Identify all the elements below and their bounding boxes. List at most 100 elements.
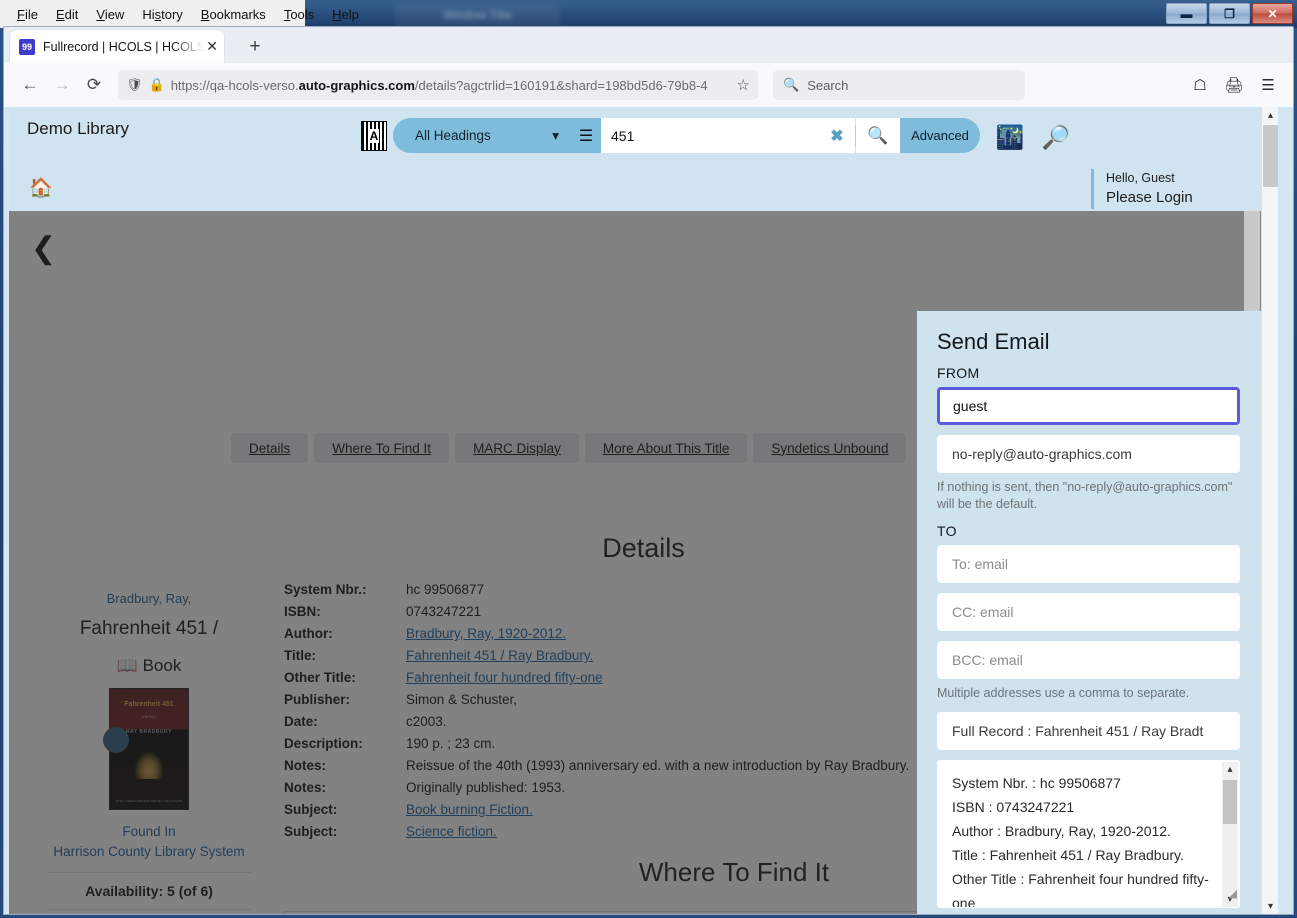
login-link[interactable]: Please Login bbox=[1106, 187, 1193, 209]
database-icon[interactable]: ☰ bbox=[571, 118, 601, 153]
maximize-button[interactable]: ❐ bbox=[1209, 3, 1250, 24]
subject-input[interactable]: Full Record : Fahrenheit 451 / Ray Bradt bbox=[937, 712, 1240, 750]
scroll-up-icon[interactable]: ▴ bbox=[1222, 762, 1238, 778]
record-field-label: Subject: bbox=[284, 802, 338, 817]
record-tab-list: Details Where To Find It MARC Display Mo… bbox=[231, 433, 907, 463]
bcc-email-input[interactable]: BCC: email bbox=[937, 641, 1240, 679]
library-name: Demo Library bbox=[27, 119, 130, 138]
page-content: Demo Library A All Headings ▾ ☰ 451 ✖ 🔍 … bbox=[4, 107, 1279, 914]
scroll-down-icon[interactable]: ▾ bbox=[1262, 898, 1279, 914]
tab-more-about-this-title[interactable]: More About This Title bbox=[584, 433, 748, 463]
browser-tab-title: Fullrecord | HCOLS | HCOLS | Au bbox=[43, 39, 205, 54]
page-scrollbar[interactable]: ▴ ▾ bbox=[1261, 107, 1279, 914]
menu-file[interactable]: File bbox=[8, 4, 47, 25]
record-field-label: Notes: bbox=[284, 780, 327, 795]
back-icon[interactable]: ← bbox=[14, 69, 46, 101]
advanced-search-button[interactable]: Advanced bbox=[900, 118, 980, 153]
close-icon[interactable]: ✕ bbox=[206, 38, 218, 55]
record-field-row: Date: c2003. bbox=[284, 711, 909, 733]
menu-edit[interactable]: Edit bbox=[47, 4, 87, 25]
heading-select[interactable]: All Headings ▾ bbox=[393, 118, 571, 153]
message-body-textarea[interactable]: System Nbr. : hc 99506877 ISBN : 0743247… bbox=[937, 760, 1240, 908]
close-button[interactable]: ✕ bbox=[1252, 3, 1293, 24]
search-submit-icon[interactable]: 🔍 bbox=[856, 118, 900, 153]
search-icon: 🔍 bbox=[783, 77, 800, 92]
record-field-value: hc 99506877 bbox=[406, 582, 485, 597]
barcode-scan-icon[interactable]: A bbox=[361, 120, 387, 151]
cover-title: Fahrenheit 451 bbox=[124, 701, 174, 708]
menu-tools[interactable]: Tools bbox=[275, 4, 323, 25]
record-field-row: Title: Fahrenheit 451 / Ray Bradbury. bbox=[284, 645, 909, 667]
record-field-value[interactable]: Science fiction. bbox=[406, 821, 497, 843]
tab-details[interactable]: Details bbox=[231, 433, 309, 463]
textarea-scrollbar-thumb[interactable] bbox=[1223, 780, 1237, 824]
menu-icon[interactable]: ☰ bbox=[1253, 70, 1283, 100]
tab-marc-display[interactable]: MARC Display bbox=[455, 433, 579, 463]
background-window-title: Window Title bbox=[395, 4, 560, 28]
from-name-input[interactable]: guest bbox=[937, 387, 1240, 425]
firefox-icon: 99 bbox=[19, 38, 35, 55]
reload-icon[interactable]: ⟳ bbox=[78, 69, 110, 101]
to-email-input[interactable]: To: email bbox=[937, 545, 1240, 583]
send-email-panel: Send Email FROM guest no-reply@auto-grap… bbox=[917, 311, 1261, 914]
record-field-list: System Nbr.: hc 99506877 ISBN: 0743247221 Au… bbox=[284, 579, 909, 843]
found-in-value[interactable]: Harrison County Library System bbox=[29, 842, 269, 862]
greeting-text: Hello, Guest bbox=[1106, 171, 1175, 185]
record-field-row: Author: Bradbury, Ray, 1920-2012. bbox=[284, 623, 909, 645]
from-email-input[interactable]: no-reply@auto-graphics.com bbox=[937, 435, 1240, 473]
clear-search-icon[interactable]: ✖ bbox=[819, 118, 855, 153]
record-field-value[interactable]: Fahrenheit 451 / Ray Bradbury. bbox=[406, 645, 593, 667]
message-body-text: System Nbr. : hc 99506877 ISBN : 0743247… bbox=[952, 775, 1209, 908]
sidebar-format: 📖 Book bbox=[116, 656, 182, 675]
found-in-label: Found In bbox=[122, 824, 176, 839]
back-chevron-icon[interactable]: ❮ bbox=[31, 231, 56, 266]
bookmark-star-icon[interactable]: ☆ bbox=[737, 76, 750, 94]
browser-search-placeholder: Search bbox=[807, 77, 849, 93]
url-text: https://qa-hcols-verso.auto-graphics.com… bbox=[170, 77, 708, 93]
record-field-value: Simon & Schuster, bbox=[406, 692, 518, 707]
page-scrollbar-thumb[interactable] bbox=[1263, 125, 1278, 187]
record-field-label: Subject: bbox=[284, 824, 338, 839]
record-field-label: Date: bbox=[284, 714, 318, 729]
shield-icon[interactable]: 🛡 bbox=[126, 77, 143, 93]
search-input[interactable]: 451 bbox=[601, 118, 819, 153]
record-field-value[interactable]: Book burning Fiction. bbox=[406, 799, 533, 821]
lock-icon[interactable]: 🔒 bbox=[149, 77, 165, 93]
new-tab-button[interactable]: + bbox=[242, 35, 268, 59]
record-field-row: Other Title: Fahrenheit four hundred fift… bbox=[284, 667, 909, 689]
forward-icon[interactable]: → bbox=[46, 69, 78, 101]
hot-air-balloon-icon[interactable]: 🌃 bbox=[994, 121, 1026, 153]
home-icon[interactable]: 🏠 bbox=[29, 176, 53, 200]
record-field-label: System Nbr.: bbox=[284, 582, 367, 597]
to-label: TO bbox=[937, 523, 957, 539]
record-field-value[interactable]: Fahrenheit four hundred fifty-one bbox=[406, 667, 603, 689]
tab-syndetics-unbound[interactable]: Syndetics Unbound bbox=[753, 433, 907, 463]
resize-handle-icon[interactable]: ◢ bbox=[1229, 882, 1237, 906]
scroll-up-icon[interactable]: ▴ bbox=[1262, 107, 1279, 124]
navigation-toolbar: ← → ⟳ 🛡 🔒 https://qa-hcols-verso.auto-gr… bbox=[4, 63, 1293, 107]
record-field-row: Description: 190 p. ; 23 cm. bbox=[284, 733, 909, 755]
menu-help[interactable]: Help bbox=[323, 4, 368, 25]
cc-email-input[interactable]: CC: email bbox=[937, 593, 1240, 631]
record-field-row: System Nbr.: hc 99506877 bbox=[284, 579, 909, 601]
map-search-icon[interactable]: 🔎 bbox=[1040, 121, 1072, 153]
divider bbox=[47, 872, 251, 873]
sidebar-author[interactable]: Bradbury, Ray, bbox=[29, 591, 269, 606]
record-field-value[interactable]: Bradbury, Ray, 1920-2012. bbox=[406, 623, 566, 645]
minimize-button[interactable]: ▬ bbox=[1166, 3, 1207, 24]
record-field-label: Author: bbox=[284, 626, 333, 641]
address-bar[interactable]: 🛡 🔒 https://qa-hcols-verso.auto-graphics… bbox=[118, 70, 758, 100]
record-field-row: Notes: Reissue of the 40th (1993) anniver… bbox=[284, 755, 909, 777]
pocket-icon[interactable]: ☖ bbox=[1185, 70, 1215, 100]
print-icon[interactable]: 🖨 bbox=[1219, 70, 1249, 100]
browser-tab[interactable]: 99 Fullrecord | HCOLS | HCOLS | Au ✕ bbox=[10, 30, 224, 63]
browser-search-bar[interactable]: 🔍 Search bbox=[773, 70, 1025, 100]
tab-where-to-find-it[interactable]: Where To Find It bbox=[314, 433, 450, 463]
menu-history[interactable]: History bbox=[133, 4, 191, 25]
menu-view[interactable]: View bbox=[87, 4, 133, 25]
menu-bookmarks[interactable]: Bookmarks bbox=[192, 4, 275, 25]
heading-select-value: All Headings bbox=[415, 128, 491, 143]
catalog-search-bar: A All Headings ▾ ☰ 451 ✖ 🔍 Advanced bbox=[361, 118, 980, 153]
found-in: Found In Harrison County Library System bbox=[29, 822, 269, 862]
library-sub-header: 🏠 Hello, Guest Please Login bbox=[9, 164, 1278, 211]
